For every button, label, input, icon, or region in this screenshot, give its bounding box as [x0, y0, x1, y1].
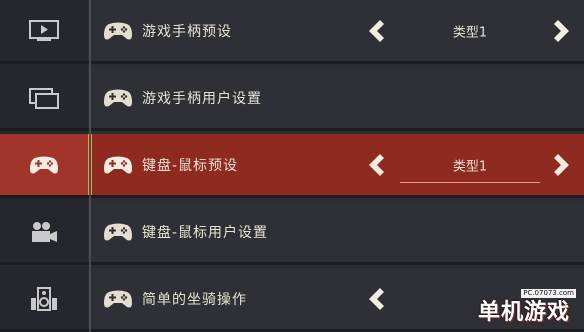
row-label: 键盘-鼠标用户设置	[142, 224, 269, 241]
chevron-right-icon[interactable]	[552, 152, 572, 178]
sidebar-tab-video[interactable]	[0, 201, 88, 262]
sidebar-tab-controls[interactable]	[0, 134, 88, 195]
sidebar-tab-audio[interactable]	[0, 268, 88, 329]
play-screen-icon	[29, 19, 59, 41]
preset-value: 类型1	[452, 25, 488, 40]
gamepad-icon	[104, 156, 132, 173]
chevron-right-icon[interactable]	[552, 18, 572, 44]
preset-value: 类型1	[452, 159, 488, 174]
chevron-left-icon[interactable]	[366, 286, 386, 312]
settings-row-keyboard-preset[interactable]: 键盘-鼠标预设 类型1	[0, 134, 584, 198]
chevron-left-icon[interactable]	[366, 18, 386, 44]
gamepad-icon	[30, 156, 58, 173]
watermark: PC.07073.com 单机游戏	[452, 289, 584, 332]
gamepad-icon	[104, 22, 132, 39]
sidebar-divider	[89, 0, 91, 332]
row-label: 简单的坐骑操作	[142, 291, 247, 308]
watermark-text: 单机游戏	[477, 300, 570, 325]
chevron-left-icon[interactable]	[366, 152, 386, 178]
value-underline	[400, 182, 540, 183]
speaker-icon	[31, 286, 57, 311]
settings-row-gamepad-user[interactable]: 游戏手柄用户设置	[0, 67, 584, 131]
row-label: 游戏手柄用户设置	[142, 90, 262, 107]
sidebar-tab-display[interactable]	[0, 0, 88, 61]
sidebar-tab-windows[interactable]	[0, 67, 88, 128]
gamepad-icon	[104, 290, 132, 307]
video-camera-icon	[32, 221, 57, 242]
settings-row-gamepad-preset[interactable]: 游戏手柄预设 类型1	[0, 0, 584, 64]
row-label: 键盘-鼠标预设	[142, 157, 239, 174]
windows-icon	[29, 87, 59, 109]
gamepad-icon	[104, 89, 132, 106]
row-label: 游戏手柄预设	[142, 23, 232, 40]
gamepad-icon	[104, 223, 132, 240]
settings-row-keyboard-user[interactable]: 键盘-鼠标用户设置	[0, 201, 584, 265]
